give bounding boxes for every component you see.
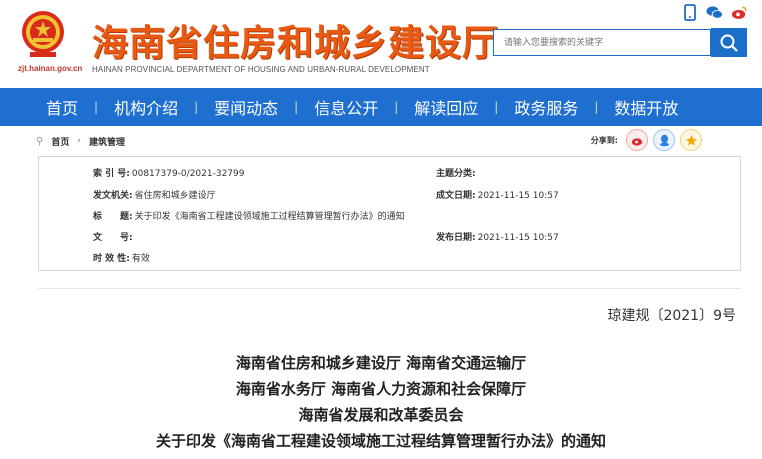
share-bar: 分享到:: [591, 129, 702, 151]
meta-issuer-value: 省住房和城乡建设厅: [134, 191, 216, 201]
site-subtitle: HAINAN PROVINCIAL DEPARTMENT OF HOUSING …: [92, 65, 430, 74]
document-heading-line-1: 海南省住房和城乡建设厅 海南省交通运输厅: [235, 354, 527, 372]
document-heading-line-2: 海南省水务厅 海南省人力资源和社会保障厅: [235, 380, 527, 398]
share-label: 分享到:: [590, 135, 618, 145]
meta-validity: 时 效 性: 有效: [93, 251, 150, 264]
meta-docno: 文 号:: [93, 230, 135, 243]
nav-separator: |: [594, 100, 599, 114]
document-heading-line-4: 关于印发《海南省工程建设领域施工过程结算管理暂行办法》的通知: [155, 432, 606, 450]
search-icon: [720, 34, 738, 52]
meta-written-date: 成文日期: 2021-11-15 10:57: [436, 188, 559, 201]
mobile-icon[interactable]: [681, 4, 698, 21]
meta-published-date: 发布日期: 2021-11-15 10:57: [436, 230, 559, 243]
nav-item-organization[interactable]: 机构介绍: [114, 95, 178, 119]
breadcrumb-current[interactable]: 建筑管理: [89, 135, 125, 148]
meta-published-value: 2021-11-15 10:57: [477, 233, 559, 243]
document-meta-box: 索 引 号: 00817379-0/2021-32799 主题分类: 发文机关: 省…: [38, 156, 741, 271]
meta-topic: 主题分类:: [436, 166, 478, 179]
meta-published-label: 发布日期:: [436, 233, 476, 243]
meta-validity-label: 时 效 性:: [93, 254, 130, 264]
share-weibo-icon[interactable]: [626, 129, 648, 151]
document-number: 琼建规〔2021〕9号: [607, 308, 736, 324]
meta-title: 标 题: 关于印发《海南省工程建设领域施工过程结算管理暂行办法》的通知: [93, 209, 405, 222]
nav-item-disclosure[interactable]: 信息公开: [314, 95, 378, 119]
meta-written-label: 成文日期:: [436, 191, 476, 201]
nav-separator: |: [294, 100, 299, 114]
meta-validity-value: 有效: [131, 254, 150, 264]
site-domain[interactable]: zjt.hainan.gov.cn: [18, 64, 82, 73]
meta-written-value: 2021-11-15 10:57: [477, 191, 559, 201]
location-pin-icon: ⚲: [36, 135, 44, 147]
top-icon-bar: [681, 4, 748, 21]
wechat-icon[interactable]: [706, 4, 723, 21]
main-nav: 首页 | 机构介绍 | 要闻动态 | 信息公开 | 解读回应 | 政务服务 | …: [0, 88, 762, 126]
breadcrumb-separator-icon: ›: [77, 136, 81, 146]
meta-index-label: 索 引 号:: [93, 169, 130, 179]
meta-index: 索 引 号: 00817379-0/2021-32799: [93, 166, 244, 179]
meta-title-value: 关于印发《海南省工程建设领域施工过程结算管理暂行办法》的通知: [134, 212, 405, 222]
nav-item-home[interactable]: 首页: [46, 95, 78, 119]
search-input[interactable]: [493, 29, 711, 56]
meta-index-value: 00817379-0/2021-32799: [131, 169, 245, 179]
meta-issuer: 发文机关: 省住房和城乡建设厅: [93, 188, 216, 201]
nav-item-services[interactable]: 政务服务: [514, 95, 578, 119]
meta-issuer-label: 发文机关:: [93, 191, 133, 201]
share-qzone-icon[interactable]: [680, 129, 702, 151]
site-title[interactable]: 海南省住房和城乡建设厅: [92, 14, 499, 66]
nav-separator: |: [494, 100, 499, 114]
search-button[interactable]: [711, 28, 747, 57]
nav-item-interpretation[interactable]: 解读回应: [414, 95, 478, 119]
nav-separator: |: [394, 100, 399, 114]
nav-separator: |: [94, 100, 99, 114]
meta-topic-label: 主题分类:: [436, 169, 476, 179]
site-header: zjt.hainan.gov.cn 海南省住房和城乡建设厅 HAINAN PRO…: [0, 0, 762, 86]
meta-title-label: 标 题:: [93, 212, 133, 222]
meta-docno-label: 文 号:: [93, 233, 133, 243]
nav-separator: |: [194, 100, 199, 114]
breadcrumb-home[interactable]: 首页: [51, 135, 69, 148]
nav-item-open-data[interactable]: 数据开放: [614, 95, 678, 119]
breadcrumb: ⚲ 首页 › 建筑管理 分享到:: [20, 128, 742, 154]
document-heading-line-3: 海南省发展和改革委员会: [298, 406, 464, 424]
weibo-icon[interactable]: [731, 4, 748, 21]
share-qq-icon[interactable]: [653, 129, 675, 151]
content-divider: [38, 288, 741, 289]
nav-item-news[interactable]: 要闻动态: [214, 95, 278, 119]
national-emblem-icon: [22, 11, 64, 57]
